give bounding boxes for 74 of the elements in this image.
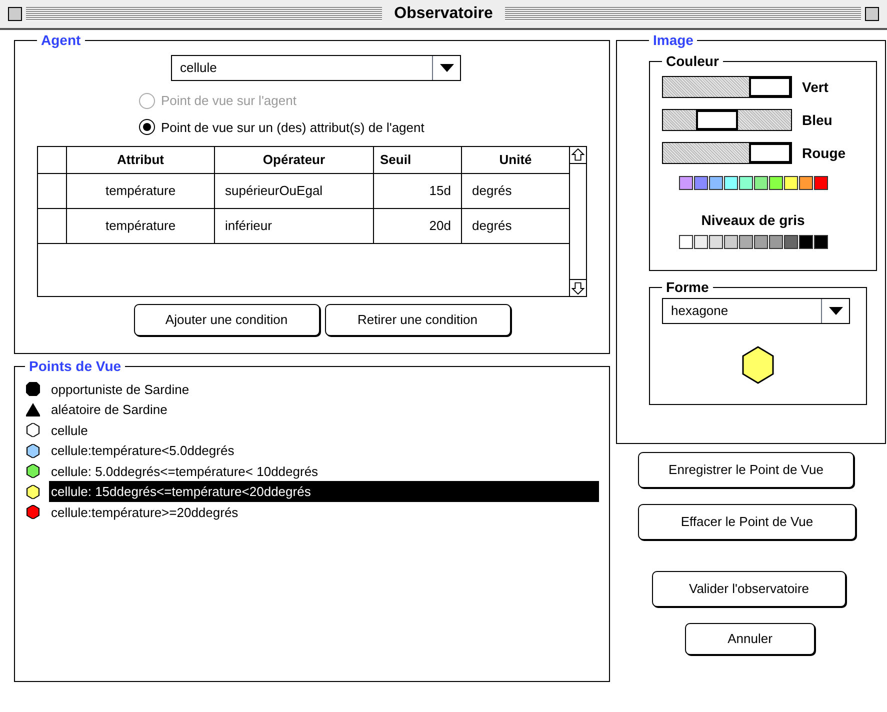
point-de-vue-item[interactable]: cellule: 15ddegrés<=température<20ddegrés xyxy=(49,481,599,502)
column-header: Attribut xyxy=(67,147,215,173)
color-swatch[interactable] xyxy=(738,176,752,190)
window-title: Observatoire xyxy=(393,4,494,24)
color-swatch[interactable] xyxy=(798,176,812,190)
table-cell: 15d xyxy=(374,174,462,208)
dropdown[interactable]: hexagone xyxy=(662,298,850,324)
action-button[interactable]: Retirer une condition xyxy=(324,304,510,336)
action-button[interactable]: Enregistrer le Point de Vue xyxy=(638,452,854,488)
hexagon-icon xyxy=(26,464,40,478)
action-button[interactable]: Effacer le Point de Vue xyxy=(638,504,856,540)
color-swatch[interactable] xyxy=(814,176,828,190)
hexagon-icon xyxy=(26,505,40,520)
hexagon-preview-icon xyxy=(741,346,775,384)
hexagon-icon xyxy=(26,484,40,499)
shade-swatch[interactable] xyxy=(724,235,738,249)
octagon-icon xyxy=(26,382,40,396)
slider-thumb[interactable] xyxy=(696,110,738,130)
shade-swatch[interactable] xyxy=(784,235,798,249)
shade-swatch[interactable] xyxy=(678,235,692,249)
panel-title: Points de Vue xyxy=(28,357,122,376)
hexagon-icon xyxy=(26,423,40,438)
shade-levels-title: Niveaux de gris xyxy=(700,211,806,230)
shade-swatch[interactable] xyxy=(708,235,722,249)
slider-label: Bleu xyxy=(802,110,832,130)
table-cell: 20d xyxy=(374,209,462,243)
table-cell-text: degrés xyxy=(471,217,513,236)
zoom-box-icon[interactable] xyxy=(865,7,879,21)
slider-label: Vert xyxy=(802,78,828,96)
shade-swatch[interactable] xyxy=(754,235,768,249)
action-button[interactable]: Valider l'observatoire xyxy=(652,571,846,607)
slider-thumb[interactable] xyxy=(749,143,791,163)
slider-label: Rouge xyxy=(802,144,846,163)
table-cell: inférieur xyxy=(215,209,374,243)
triangle-icon xyxy=(26,402,40,417)
shade-swatch[interactable] xyxy=(768,235,782,249)
color-swatch[interactable] xyxy=(724,176,738,190)
color-swatch[interactable] xyxy=(678,176,692,190)
dropdown[interactable]: cellule xyxy=(171,55,461,81)
color-swatch[interactable] xyxy=(708,176,722,190)
column-header: Unité xyxy=(498,151,533,170)
shade-swatch[interactable] xyxy=(814,235,828,249)
dropdown-arrow-icon xyxy=(440,64,454,72)
radio-button[interactable] xyxy=(139,119,155,136)
panel-title: Agent xyxy=(40,31,82,50)
group-title: Forme xyxy=(665,278,710,297)
shade-swatch[interactable] xyxy=(694,235,708,249)
group-title: Couleur xyxy=(665,52,720,71)
column-header: Opérateur xyxy=(215,147,374,173)
color-slider[interactable] xyxy=(662,76,792,98)
action-button[interactable]: Ajouter une condition xyxy=(134,304,320,336)
table-cell: supérieurOuEgal xyxy=(215,174,374,208)
table-cell: température xyxy=(67,209,215,243)
column-header: Seuil xyxy=(374,147,462,173)
close-box-icon[interactable] xyxy=(8,7,22,21)
shade-swatch[interactable] xyxy=(798,235,812,249)
color-slider[interactable] xyxy=(662,109,792,131)
shade-swatch[interactable] xyxy=(738,235,752,249)
panel-title: Image xyxy=(652,31,694,50)
point-de-vue-item[interactable]: cellule:température>=20ddegrés xyxy=(49,502,599,523)
color-slider[interactable] xyxy=(662,142,792,164)
table-cell: température xyxy=(67,174,215,208)
action-button[interactable]: Annuler xyxy=(685,623,815,655)
scroll-up-icon[interactable] xyxy=(570,147,586,164)
color-swatch[interactable] xyxy=(784,176,798,190)
hexagon-icon xyxy=(26,444,40,458)
color-swatch[interactable] xyxy=(754,176,768,190)
slider-thumb[interactable] xyxy=(749,77,791,97)
radio-option[interactable]: Point de vue sur un (des) attribut(s) de l'agent xyxy=(139,118,587,137)
table-cell-text: degrés xyxy=(471,182,513,200)
scroll-down-icon[interactable] xyxy=(570,279,586,296)
color-swatch[interactable] xyxy=(768,176,782,190)
color-swatch[interactable] xyxy=(694,176,708,190)
dropdown-arrow-icon xyxy=(828,307,842,315)
